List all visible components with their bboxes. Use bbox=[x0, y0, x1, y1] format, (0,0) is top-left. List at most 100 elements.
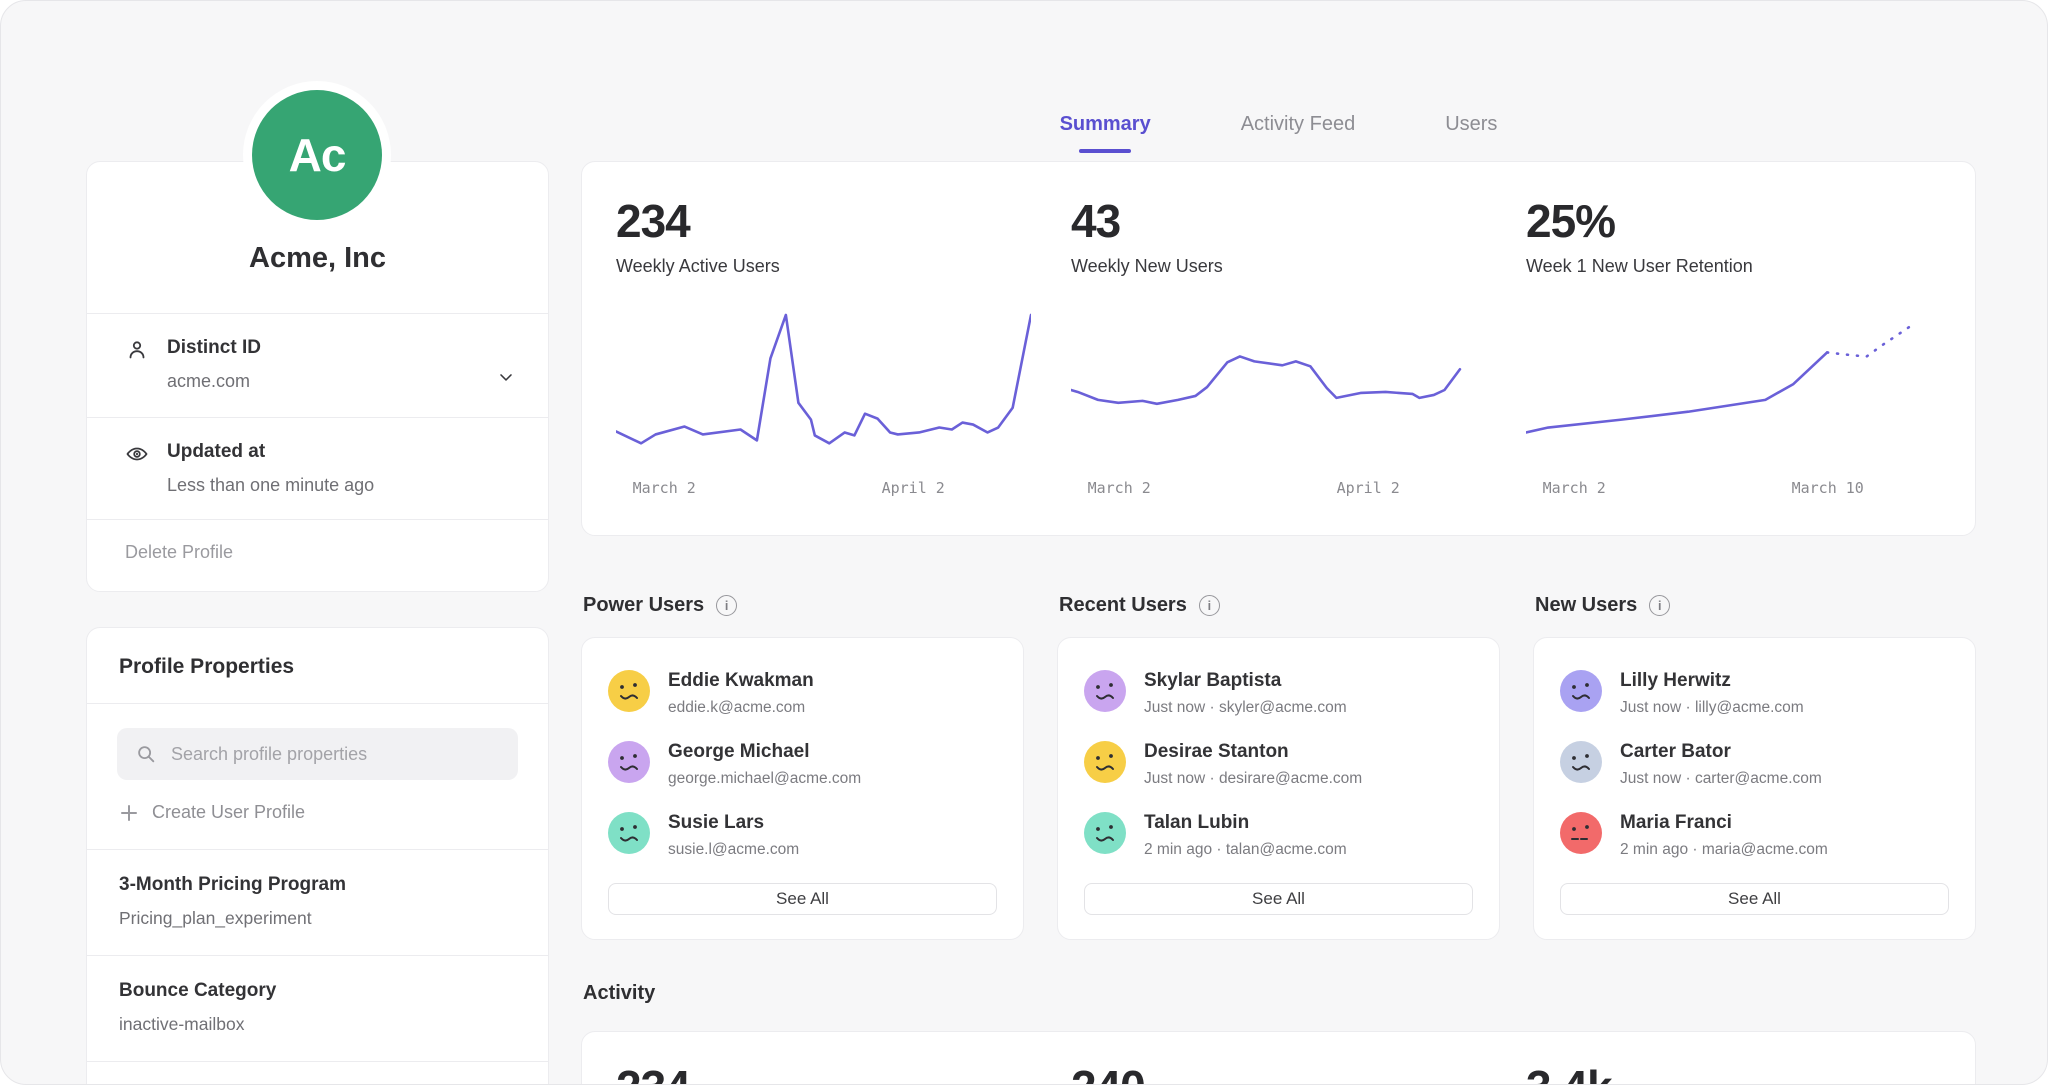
x-axis: March 2 April 2 bbox=[616, 479, 1031, 501]
new-users-title: New Users i bbox=[1535, 594, 1976, 617]
plus-icon bbox=[119, 803, 139, 823]
user-detail: Just now · desirare@acme.com bbox=[1144, 770, 1362, 788]
retention-sparkline bbox=[1526, 311, 1941, 469]
user-detail: Just now · lilly@acme.com bbox=[1620, 699, 1804, 717]
user-avatar bbox=[1560, 670, 1602, 712]
activity-section-title: Activity bbox=[583, 982, 1976, 1005]
create-user-profile-label: Create User Profile bbox=[152, 802, 305, 823]
user-name: Maria Franci bbox=[1620, 812, 1828, 834]
tab-activity-feed[interactable]: Activity Feed bbox=[1239, 113, 1357, 136]
user-detail: 2 min ago · talan@acme.com bbox=[1144, 841, 1347, 859]
info-icon[interactable]: i bbox=[1649, 595, 1670, 616]
profile-properties-title: Profile Properties bbox=[87, 628, 548, 703]
user-list-item[interactable]: Talan Lubin 2 min ago · talan@acme.com bbox=[1084, 812, 1473, 859]
app-frame: Ac Acme, Inc Distinct ID acme.com bbox=[0, 0, 2048, 1085]
field-updated-at: Updated at Less than one minute ago bbox=[87, 418, 548, 519]
person-icon bbox=[125, 338, 149, 362]
user-avatar bbox=[1084, 741, 1126, 783]
property-label: 3-Month Pricing Program bbox=[119, 874, 516, 896]
x-tick-start: March 2 bbox=[1543, 479, 1606, 497]
search-icon bbox=[135, 743, 157, 765]
user-avatar bbox=[1084, 812, 1126, 854]
user-lists-row: Power Users i Eddie Kwakman eddie.k@acme… bbox=[581, 594, 1976, 940]
user-list-item[interactable]: Carter Bator Just now · carter@acme.com bbox=[1560, 741, 1949, 788]
list-title-text: Power Users bbox=[583, 594, 704, 617]
user-list-item[interactable]: Maria Franci 2 min ago · maria@acme.com bbox=[1560, 812, 1949, 859]
distinct-id-expand-button[interactable] bbox=[492, 363, 520, 394]
see-all-button[interactable]: See All bbox=[1084, 883, 1473, 915]
stat-label: Weekly Active Users bbox=[616, 256, 1031, 277]
profile-card: Acme, Inc Distinct ID acme.com bbox=[86, 161, 549, 592]
new-users-card: Lilly Herwitz Just now · lilly@acme.com … bbox=[1533, 637, 1976, 940]
see-all-button[interactable]: See All bbox=[608, 883, 997, 915]
x-tick-start: March 2 bbox=[633, 479, 696, 497]
user-list-item[interactable]: Susie Lars susie.l@acme.com bbox=[608, 812, 997, 859]
user-detail: Just now · skyler@acme.com bbox=[1144, 699, 1347, 717]
new-users-section: New Users i Lilly Herwitz Just now · lil… bbox=[1533, 594, 1976, 940]
tab-summary[interactable]: Summary bbox=[1058, 113, 1153, 136]
distinct-id-value: acme.com bbox=[167, 371, 474, 392]
stat-value: 25% bbox=[1526, 194, 1941, 248]
x-axis: March 2 April 2 bbox=[1071, 479, 1486, 501]
profile-properties-card: Profile Properties Create User Profile 3… bbox=[86, 627, 549, 1085]
stat-label: Week 1 New User Retention bbox=[1526, 256, 1941, 277]
user-name: Eddie Kwakman bbox=[668, 670, 814, 692]
x-axis: March 2 March 10 bbox=[1526, 479, 1941, 501]
list-title-text: New Users bbox=[1535, 594, 1637, 617]
company-avatar-initials: Ac bbox=[289, 128, 346, 182]
activity-stat-value: 3.4k bbox=[1526, 1060, 1941, 1085]
user-list-item[interactable]: Skylar Baptista Just now · skyler@acme.c… bbox=[1084, 670, 1473, 717]
property-value: Pricing_plan_experiment bbox=[119, 908, 516, 929]
recent-users-title: Recent Users i bbox=[1059, 594, 1500, 617]
tab-users[interactable]: Users bbox=[1443, 113, 1499, 136]
property-row-browser[interactable]: Browser Chrome bbox=[87, 1062, 548, 1085]
create-user-profile-button[interactable]: Create User Profile bbox=[119, 802, 305, 823]
list-title-text: Recent Users bbox=[1059, 594, 1187, 617]
user-name: Lilly Herwitz bbox=[1620, 670, 1804, 692]
activity-stat-value: 240 bbox=[1071, 1060, 1486, 1085]
user-detail: eddie.k@acme.com bbox=[668, 699, 814, 717]
user-list-item[interactable]: Lilly Herwitz Just now · lilly@acme.com bbox=[1560, 670, 1949, 717]
user-avatar bbox=[1084, 670, 1126, 712]
user-list-item[interactable]: Eddie Kwakman eddie.k@acme.com bbox=[608, 670, 997, 717]
main-content: Summary Activity Feed Users 234 Weekly A… bbox=[581, 1, 1976, 1085]
user-name: Carter Bator bbox=[1620, 741, 1822, 763]
user-list-item[interactable]: Desirae Stanton Just now · desirare@acme… bbox=[1084, 741, 1473, 788]
stat-weekly-active-users: 234 Weekly Active Users March 2 April 2 bbox=[616, 194, 1031, 519]
weekly-active-users-sparkline bbox=[616, 311, 1031, 469]
x-tick-start: March 2 bbox=[1088, 479, 1151, 497]
summary-stats-card: 234 Weekly Active Users March 2 April 2 … bbox=[581, 161, 1976, 536]
user-detail: george.michael@acme.com bbox=[668, 770, 861, 788]
distinct-id-label: Distinct ID bbox=[167, 337, 474, 359]
info-icon[interactable]: i bbox=[1199, 595, 1220, 616]
property-label: Bounce Category bbox=[119, 980, 516, 1002]
power-users-section: Power Users i Eddie Kwakman eddie.k@acme… bbox=[581, 594, 1024, 940]
company-avatar: Ac bbox=[252, 90, 382, 220]
see-all-button[interactable]: See All bbox=[1560, 883, 1949, 915]
delete-profile-button[interactable]: Delete Profile bbox=[87, 520, 548, 591]
stat-week1-retention: 25% Week 1 New User Retention March 2 Ma… bbox=[1526, 194, 1941, 519]
user-name: Susie Lars bbox=[668, 812, 799, 834]
updated-at-value: Less than one minute ago bbox=[167, 475, 520, 496]
weekly-new-users-sparkline bbox=[1071, 311, 1486, 469]
eye-icon bbox=[125, 442, 149, 466]
property-row-bounce-category[interactable]: Bounce Category inactive-mailbox bbox=[87, 956, 548, 1061]
x-tick-end: April 2 bbox=[882, 479, 945, 497]
profile-properties-search[interactable] bbox=[117, 728, 518, 780]
recent-users-card: Skylar Baptista Just now · skyler@acme.c… bbox=[1057, 637, 1500, 940]
info-icon[interactable]: i bbox=[716, 595, 737, 616]
profile-sidebar: Ac Acme, Inc Distinct ID acme.com bbox=[86, 1, 549, 1085]
search-input[interactable] bbox=[169, 743, 500, 766]
stat-value: 234 bbox=[616, 194, 1031, 248]
tab-bar: Summary Activity Feed Users bbox=[581, 1, 1976, 161]
stat-value: 43 bbox=[1071, 194, 1486, 248]
user-name: Desirae Stanton bbox=[1144, 741, 1362, 763]
chevron-down-icon bbox=[496, 367, 516, 387]
user-detail: 2 min ago · maria@acme.com bbox=[1620, 841, 1828, 859]
user-detail: susie.l@acme.com bbox=[668, 841, 799, 859]
user-list-item[interactable]: George Michael george.michael@acme.com bbox=[608, 741, 997, 788]
property-row-pricing-program[interactable]: 3-Month Pricing Program Pricing_plan_exp… bbox=[87, 850, 548, 955]
activity-stat-value: 234 bbox=[616, 1060, 1031, 1085]
user-name: George Michael bbox=[668, 741, 861, 763]
field-distinct-id: Distinct ID acme.com bbox=[87, 314, 548, 417]
